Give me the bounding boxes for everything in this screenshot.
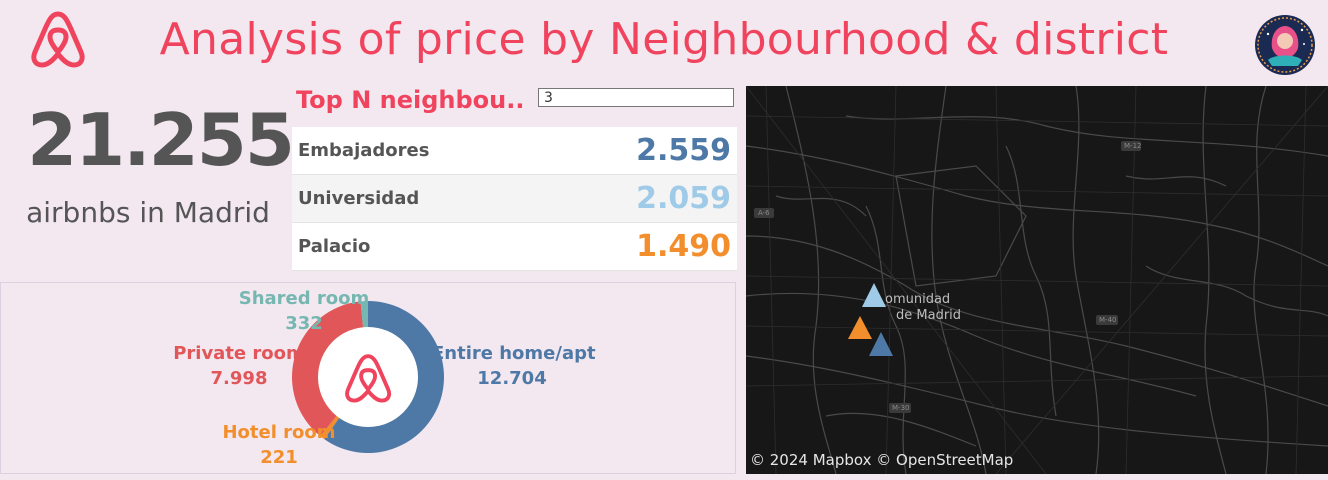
map-place-label: omunidad bbox=[885, 292, 950, 307]
neighbourhood-count: 2.559 bbox=[636, 133, 731, 168]
donut-center bbox=[318, 327, 418, 427]
slice-value: 332 bbox=[285, 313, 323, 334]
table-row[interactable]: Palacio 1.490 bbox=[292, 223, 737, 271]
neighbourhood-count: 2.059 bbox=[636, 181, 731, 216]
slice-category: Entire home/apt bbox=[432, 343, 596, 364]
table-row[interactable]: Universidad 2.059 bbox=[292, 175, 737, 223]
neighbourhood-count: 1.490 bbox=[636, 229, 731, 264]
slice-value: 12.704 bbox=[477, 368, 547, 389]
road-label: A-6 bbox=[758, 209, 770, 217]
road-label: M-30 bbox=[892, 404, 909, 412]
slice-label-entire-home: Entire home/apt 12.704 bbox=[432, 343, 596, 389]
map-place-label: de Madrid bbox=[896, 308, 961, 323]
page-title: Analysis of price by Neighbourhood & dis… bbox=[159, 14, 1169, 65]
total-listings-value: 21.255 bbox=[27, 98, 295, 182]
slice-label-private-room: Private room 7.998 bbox=[172, 343, 306, 389]
total-listings-label: airbnbs in Madrid bbox=[26, 196, 270, 229]
neighbourhood-name: Embajadores bbox=[298, 140, 430, 161]
slice-category: Private room bbox=[173, 343, 305, 364]
map-attribution[interactable]: © 2024 Mapbox © OpenStreetMap bbox=[750, 451, 1013, 469]
road-label: M-12 bbox=[1124, 142, 1141, 150]
neighbourhood-map[interactable]: M-12 A-6 M-40 M-30 omunidad de Madrid bbox=[746, 86, 1328, 474]
neighbourhood-name: Palacio bbox=[298, 236, 371, 257]
top-n-input[interactable] bbox=[538, 88, 734, 107]
slice-category: Shared room bbox=[238, 288, 370, 309]
top-n-label: Top N neighbou.. bbox=[296, 86, 525, 114]
slice-label-shared-room: Shared room 332 bbox=[220, 288, 388, 334]
slice-value: 7.998 bbox=[210, 368, 268, 389]
slice-value: 221 bbox=[260, 447, 298, 468]
slice-label-hotel-room: Hotel room 221 bbox=[214, 422, 344, 468]
neighbourhood-name: Universidad bbox=[298, 188, 420, 209]
profile-avatar-icon bbox=[1255, 15, 1315, 75]
slice-category: Hotel room bbox=[222, 422, 336, 443]
road-label: M-40 bbox=[1099, 316, 1116, 324]
table-row[interactable]: Embajadores 2.559 bbox=[292, 127, 737, 175]
top-neighbourhoods-table: Embajadores 2.559 Universidad 2.059 Pala… bbox=[292, 127, 737, 271]
